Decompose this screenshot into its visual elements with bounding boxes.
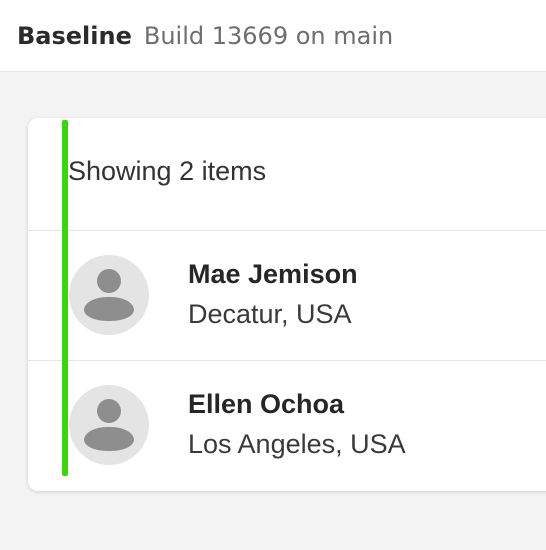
- person-location: Los Angeles, USA: [188, 429, 406, 459]
- top-bar: Baseline Build 13669 on main: [0, 0, 546, 72]
- item-count-label: Showing 2 items: [68, 156, 267, 186]
- project-name: Baseline: [17, 21, 132, 50]
- person-name: Mae Jemison: [188, 259, 358, 289]
- list-item[interactable]: Ellen Ochoa Los Angeles, USA: [28, 361, 546, 489]
- people-list-card: Showing 2 items Mae Jemison Decatur, USA…: [28, 118, 546, 491]
- focus-marker: [62, 120, 68, 476]
- person-name: Ellen Ochoa: [188, 389, 345, 419]
- person-icon: [69, 385, 149, 465]
- person-location: Decatur, USA: [188, 299, 352, 329]
- list-item[interactable]: Mae Jemison Decatur, USA: [28, 231, 546, 359]
- person-icon: [69, 255, 149, 335]
- build-info: Build 13669 on main: [143, 21, 394, 50]
